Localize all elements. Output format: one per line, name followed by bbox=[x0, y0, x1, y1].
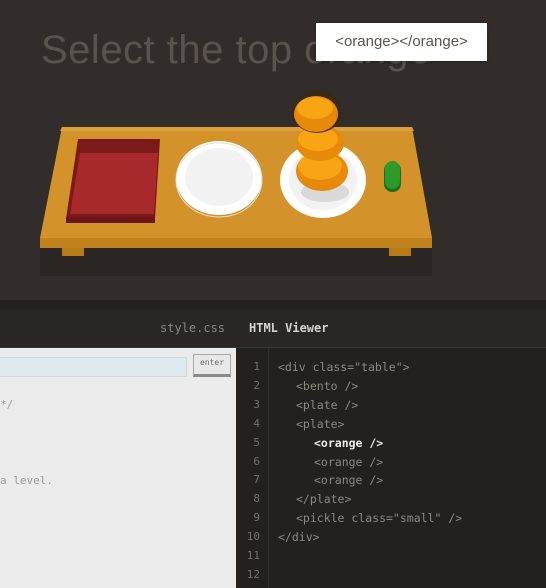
bento-box bbox=[66, 139, 160, 223]
tab-html-viewer[interactable]: HTML Viewer bbox=[249, 321, 328, 335]
table-front bbox=[40, 238, 432, 248]
line-number: 9 bbox=[253, 511, 260, 525]
game-area: Select the top orange <orange></orange> bbox=[0, 0, 546, 300]
code-line[interactable]: </plate> bbox=[296, 492, 351, 506]
css-instruction-text: a level. bbox=[0, 474, 53, 487]
orange-top-selected bbox=[292, 91, 342, 133]
editor-tabs: style.css HTML Viewer bbox=[0, 310, 546, 348]
line-number: 1 bbox=[253, 360, 260, 373]
line-number: 8 bbox=[253, 492, 260, 506]
css-selector-input[interactable] bbox=[0, 357, 187, 377]
code-line[interactable]: </div> bbox=[278, 530, 320, 544]
css-editor: enter */ a level. bbox=[0, 348, 236, 588]
line-number: 11 bbox=[246, 549, 260, 562]
line-number: 4 bbox=[253, 416, 260, 430]
element-tooltip: <orange></orange> bbox=[316, 23, 487, 61]
code-line[interactable]: <div class="table"> bbox=[278, 360, 410, 374]
line-number: 5 bbox=[253, 435, 260, 449]
code-line[interactable]: <plate /> bbox=[296, 398, 358, 412]
pickle-small bbox=[384, 161, 401, 192]
code-line-highlighted[interactable]: <orange /> bbox=[314, 436, 383, 450]
html-viewer: 1 2 3 4 5 6 7 8 9 10 11 12 <div class="table"> <bent… bbox=[236, 348, 546, 588]
line-number: 6 bbox=[253, 454, 260, 468]
code-line[interactable]: <plate> bbox=[296, 417, 344, 431]
code-line[interactable]: <bento /> bbox=[296, 379, 358, 393]
enter-button[interactable]: enter bbox=[193, 354, 231, 377]
line-number: 10 bbox=[246, 530, 260, 544]
tab-style-css[interactable]: style.css bbox=[160, 321, 225, 335]
css-comment-end: */ bbox=[0, 398, 14, 411]
line-number: 7 bbox=[253, 473, 260, 487]
line-number: 3 bbox=[253, 397, 260, 411]
line-number: 12 bbox=[246, 567, 260, 581]
code-line[interactable]: <orange /> bbox=[314, 473, 383, 487]
code-line[interactable]: <pickle class="small" /> bbox=[296, 511, 462, 525]
panel-divider bbox=[0, 300, 546, 310]
line-number: 2 bbox=[253, 378, 260, 392]
code-line[interactable]: <orange /> bbox=[314, 455, 383, 469]
line-number-gutter: 1 2 3 4 5 6 7 8 9 10 11 12 bbox=[236, 348, 269, 588]
